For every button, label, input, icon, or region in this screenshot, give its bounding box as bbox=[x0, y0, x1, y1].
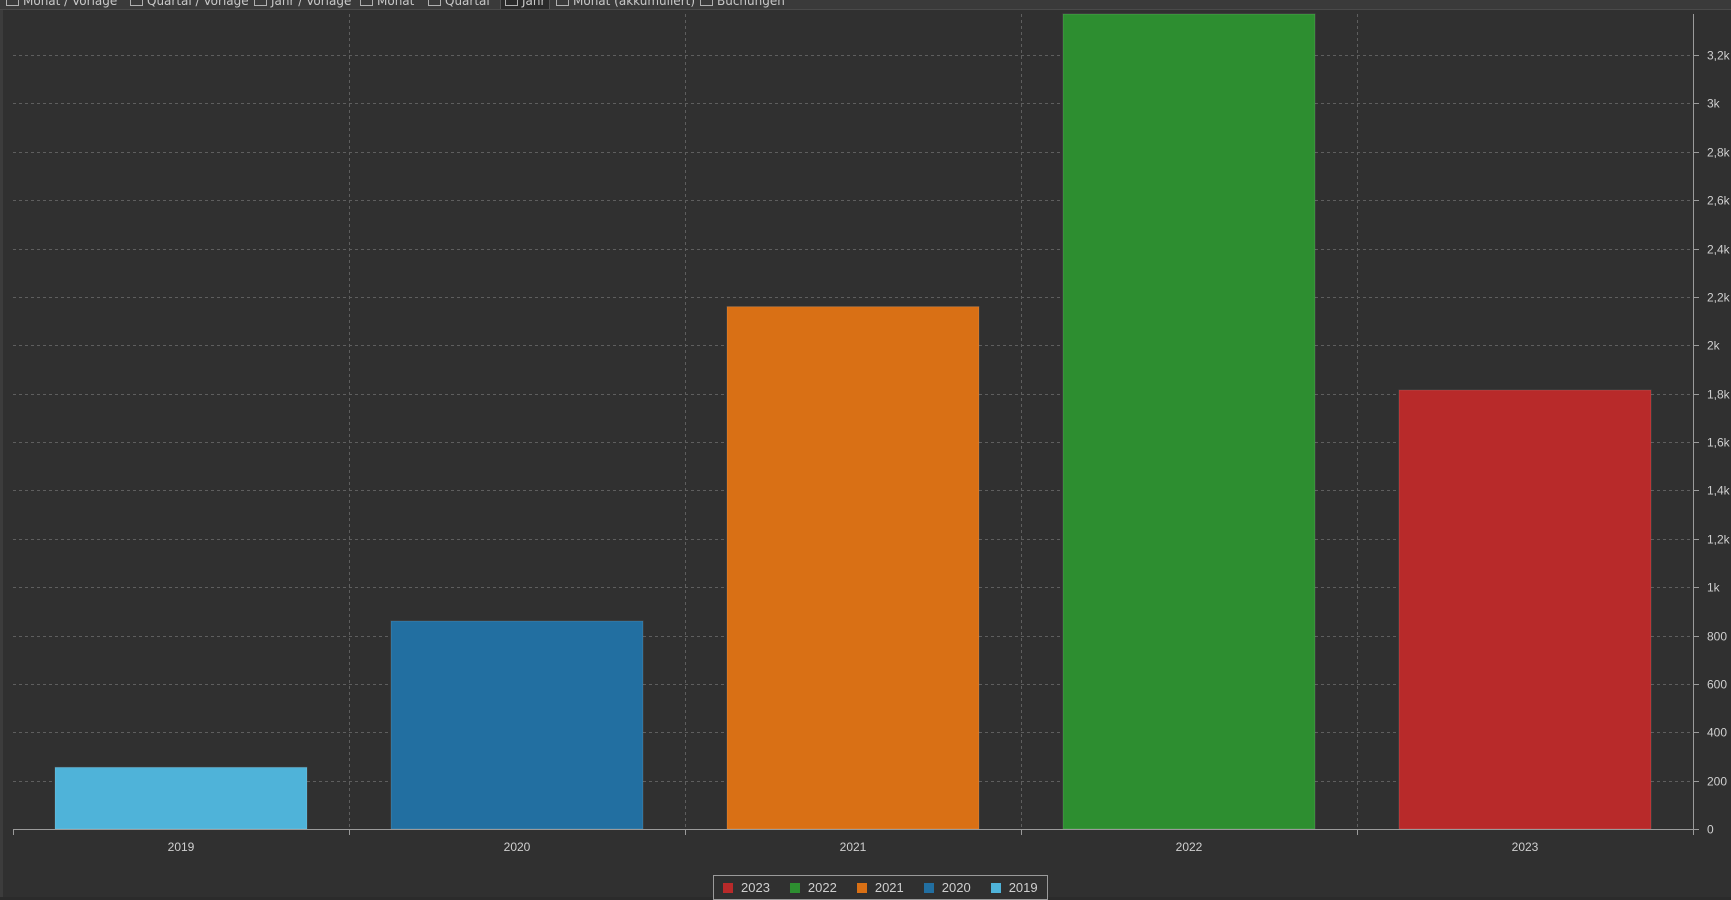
tab-label: Monat / Vorlage bbox=[23, 0, 118, 8]
tab-label: Monat (akkumuliert) bbox=[573, 0, 696, 8]
legend-item-2020[interactable]: 2020 bbox=[921, 880, 974, 895]
x-tick-label: 2023 bbox=[1512, 840, 1539, 854]
line-chart-icon bbox=[556, 0, 569, 6]
chart-area: 0 200 400 600 800 1k 1,2k 1,4k 1,6k 1,8k 2k 2,2k 2,4… bbox=[0, 10, 1731, 900]
bar-2020 bbox=[390, 620, 644, 830]
y-tick-label: 400 bbox=[1707, 726, 1727, 740]
y-tick-label: 1,2k bbox=[1707, 533, 1731, 547]
legend-swatch bbox=[856, 882, 867, 893]
tab-label: Jahr bbox=[522, 0, 546, 8]
legend-item-2022[interactable]: 2022 bbox=[787, 880, 840, 895]
tab-monat[interactable]: Monat bbox=[360, 0, 414, 9]
legend-label: 2020 bbox=[941, 880, 971, 895]
bar-2023 bbox=[1398, 389, 1652, 830]
legend-swatch bbox=[923, 882, 934, 893]
y-tick-label: 800 bbox=[1707, 630, 1727, 644]
chart-legend: 2023 2022 2021 2020 2019 bbox=[713, 875, 1048, 900]
table-chart-icon bbox=[6, 0, 19, 6]
y-tick-label: 2,4k bbox=[1707, 243, 1731, 257]
tab-label: Buchungen bbox=[717, 0, 785, 8]
bar-chart-icon bbox=[428, 0, 441, 6]
tab-label: Monat bbox=[377, 0, 415, 8]
legend-swatch bbox=[990, 882, 1001, 893]
tab-quartal[interactable]: Quartal bbox=[428, 0, 490, 9]
tab-label: Jahr / Vorlage bbox=[271, 0, 352, 8]
legend-label: 2023 bbox=[741, 880, 770, 895]
x-tick-label: 2021 bbox=[840, 840, 867, 854]
bar-chart-icon bbox=[360, 0, 373, 6]
x-tick-label: 2022 bbox=[1176, 840, 1203, 854]
y-tick-label: 1,8k bbox=[1707, 388, 1731, 402]
tab-monat-akkumuliert[interactable]: Monat (akkumuliert) bbox=[556, 0, 695, 9]
bar-2022 bbox=[1062, 13, 1316, 830]
x-tick-label: 2019 bbox=[168, 840, 195, 854]
y-tick-label: 1,4k bbox=[1707, 484, 1731, 498]
legend-item-2021[interactable]: 2021 bbox=[854, 880, 907, 895]
y-tick-label: 2k bbox=[1707, 339, 1721, 353]
y-tick-label: 3k bbox=[1707, 97, 1721, 111]
legend-label: 2021 bbox=[874, 880, 904, 895]
tab-label: Quartal bbox=[445, 0, 490, 8]
bar-chart: 0 200 400 600 800 1k 1,2k 1,4k 1,6k 1,8k 2k 2,2k 2,4… bbox=[13, 13, 1731, 854]
legend-label: 2022 bbox=[807, 880, 837, 895]
y-tick-label: 200 bbox=[1707, 775, 1727, 789]
legend-label: 2019 bbox=[1008, 880, 1038, 895]
y-tick-label: 2,2k bbox=[1707, 291, 1731, 305]
y-tick-label: 1k bbox=[1707, 581, 1721, 595]
y-tick-label: 600 bbox=[1707, 678, 1727, 692]
tab-jahr[interactable]: Jahr bbox=[500, 0, 551, 9]
tab-monat-vorlage[interactable]: Monat / Vorlage bbox=[6, 0, 117, 9]
table-chart-icon bbox=[700, 0, 713, 6]
x-tick-label: 2020 bbox=[504, 840, 531, 854]
legend-swatch bbox=[723, 882, 733, 893]
bar-2021 bbox=[726, 306, 980, 830]
y-tick-label: 2,8k bbox=[1707, 146, 1731, 160]
bar-chart-icon bbox=[505, 0, 518, 6]
y-tick-label: 0 bbox=[1707, 823, 1714, 837]
bar-2019 bbox=[54, 766, 308, 830]
legend-item-2019[interactable]: 2019 bbox=[988, 880, 1041, 895]
app-window: Monat / Vorlage Quartal / Vorlage Jahr / V… bbox=[0, 0, 1731, 900]
y-tick-label: 3,2k bbox=[1707, 49, 1731, 63]
legend-item-2023[interactable]: 2023 bbox=[720, 880, 773, 895]
y-tick-label: 2,6k bbox=[1707, 194, 1731, 208]
tab-buchungen[interactable]: Buchungen bbox=[700, 0, 785, 9]
y-tick-label: 1,6k bbox=[1707, 436, 1731, 450]
table-chart-icon bbox=[254, 0, 267, 6]
tab-jahr-vorlage[interactable]: Jahr / Vorlage bbox=[254, 0, 351, 9]
legend-swatch bbox=[789, 882, 800, 893]
tab-label: Quartal / Vorlage bbox=[147, 0, 249, 8]
chart-tab-bar: Monat / Vorlage Quartal / Vorlage Jahr / V… bbox=[0, 0, 1731, 10]
table-chart-icon bbox=[130, 0, 143, 6]
tab-quartal-vorlage[interactable]: Quartal / Vorlage bbox=[130, 0, 249, 9]
